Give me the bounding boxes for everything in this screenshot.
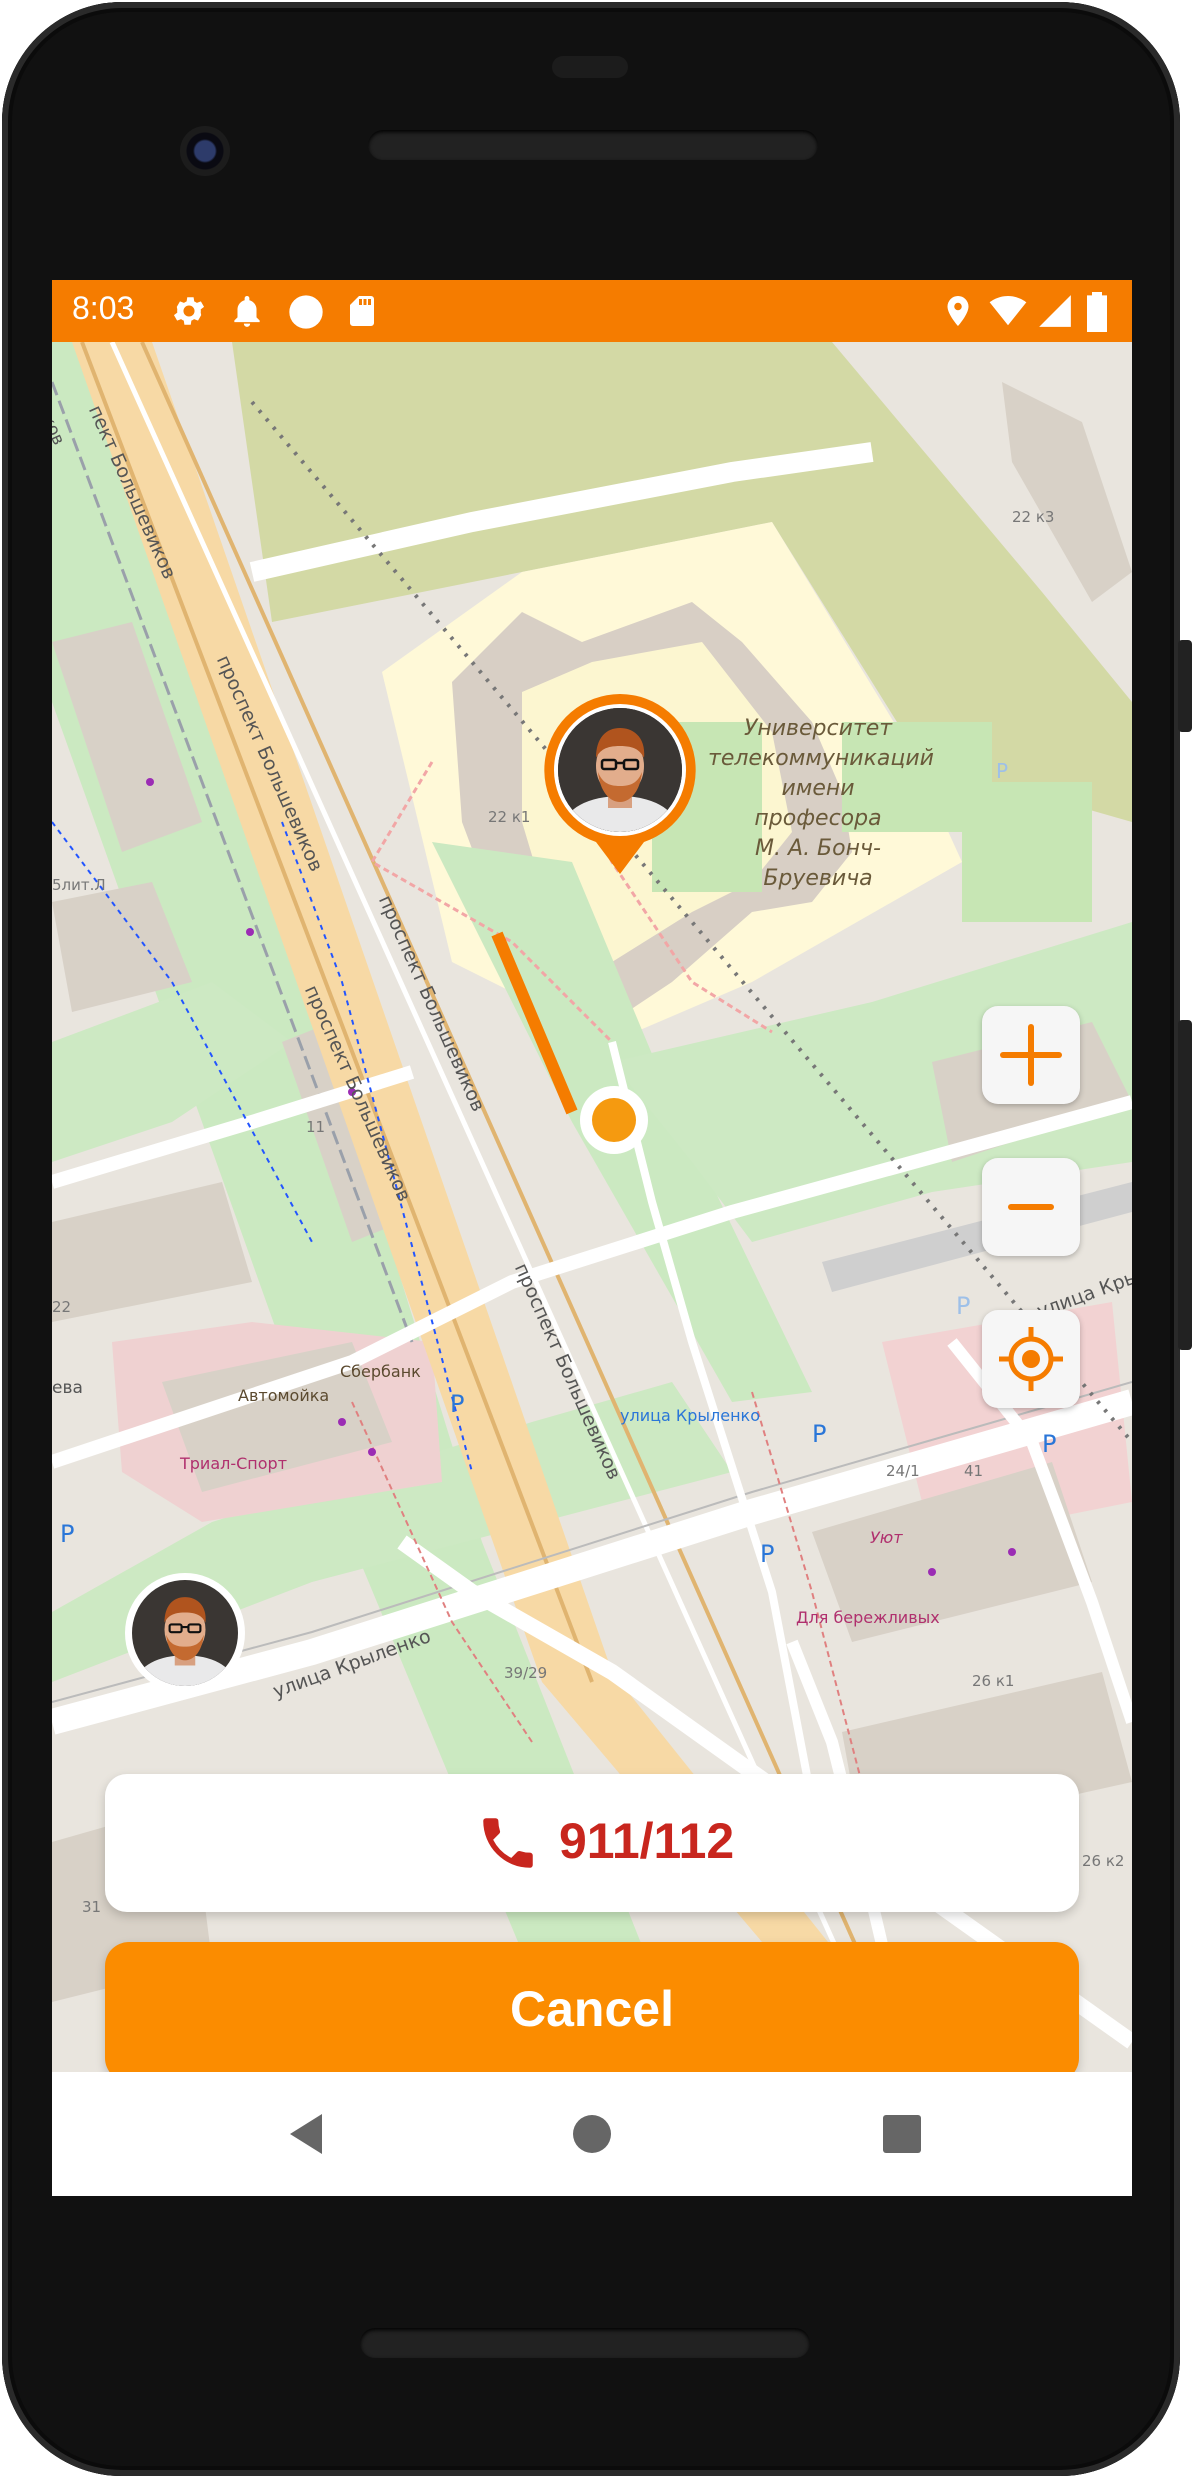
back-icon [290, 2114, 322, 2154]
bottom-speaker [360, 2328, 810, 2358]
svg-text:P: P [60, 1520, 74, 1548]
circle-icon [286, 292, 326, 337]
poi-line: Университет [743, 716, 893, 741]
sensor [552, 56, 628, 78]
poi-line: Бруевича [763, 866, 873, 891]
svg-text:P: P [1042, 1430, 1056, 1458]
side-button [1178, 640, 1192, 732]
house-number: 5лит.Л [52, 876, 106, 894]
house-number: 26 к1 [972, 1672, 1015, 1690]
phone-icon [483, 1818, 533, 1868]
svg-text:P: P [760, 1540, 774, 1568]
back-button[interactable] [276, 2102, 340, 2166]
location-icon [940, 292, 976, 335]
house-number: 31 [82, 1898, 102, 1916]
emergency-call-button[interactable]: 911/112 [105, 1774, 1079, 1912]
place-label-uyut: Уют [870, 1528, 903, 1547]
emergency-number: 911/112 [559, 1813, 735, 1869]
partial-label: ева [52, 1378, 83, 1398]
wifi-icon [986, 292, 1030, 335]
poi-line: професора [754, 806, 882, 831]
plus-icon [1000, 1024, 1062, 1086]
place-label-trial-sport: Триал-Спорт [180, 1454, 288, 1473]
status-bar: 8:03 [52, 280, 1132, 342]
poi-university-label: Университет телекоммуникаций имени профе… [708, 714, 934, 894]
home-icon [573, 2115, 611, 2153]
svg-text:P: P [450, 1390, 464, 1418]
current-location-marker [578, 1084, 650, 1156]
phone-frame: 8:03 P P P P P P P пект Большевиков прос… [0, 0, 1194, 2480]
svg-text:P: P [956, 1292, 970, 1320]
house-number: 22 [52, 1298, 72, 1316]
user-avatar-marker[interactable] [124, 1572, 246, 1694]
house-number: 11 [306, 1118, 326, 1136]
gear-icon [170, 292, 208, 335]
poi-line: телекоммуникаций [708, 746, 934, 771]
svg-text:P: P [996, 759, 1008, 783]
poi-line: имени [781, 776, 855, 801]
screen: 8:03 P P P P P P P пект Большевиков прос… [52, 280, 1132, 2196]
poi-line: М. А. Бонч- [755, 836, 881, 861]
destination-avatar-pin[interactable] [540, 690, 700, 876]
zoom-out-button[interactable] [982, 1158, 1080, 1256]
svg-text:P: P [812, 1420, 826, 1448]
minus-icon [1008, 1204, 1054, 1210]
house-number: 41 [964, 1462, 984, 1480]
my-location-button[interactable] [982, 1310, 1080, 1408]
cancel-button[interactable]: Cancel [105, 1942, 1079, 2072]
status-time: 8:03 [72, 290, 135, 326]
navigation-bar [52, 2072, 1132, 2196]
house-number: 22 к1 [488, 808, 531, 826]
house-number: 22 к3 [1012, 508, 1055, 526]
place-label-avtomoyka: Автомойка [238, 1386, 330, 1405]
house-number: 24/1 [886, 1462, 920, 1480]
house-number: 39/29 [504, 1664, 548, 1682]
recents-icon [883, 2115, 921, 2153]
volume-rocker [1178, 1020, 1192, 1350]
cancel-label: Cancel [510, 1981, 674, 2037]
bus-stop-label: улица Крыленко [620, 1406, 761, 1425]
crosshair-icon [999, 1327, 1063, 1391]
signal-icon [1036, 292, 1074, 335]
battery-icon [1084, 292, 1110, 337]
place-label-berezhlivyh: Для бережливых [796, 1608, 940, 1627]
place-label-sberbank: Сбербанк [340, 1362, 421, 1381]
zoom-in-button[interactable] [982, 1006, 1080, 1104]
avatar [558, 708, 682, 832]
sd-card-icon [344, 292, 380, 335]
map-view[interactable]: P P P P P P P пект Большевиков проспект … [52, 342, 1132, 2072]
home-button[interactable] [560, 2102, 624, 2166]
bell-icon [228, 292, 266, 335]
recents-button[interactable] [870, 2102, 934, 2166]
house-number: 26 к2 [1082, 1852, 1125, 1870]
front-camera [180, 126, 230, 176]
avatar [132, 1580, 238, 1686]
earpiece-speaker [368, 130, 818, 160]
